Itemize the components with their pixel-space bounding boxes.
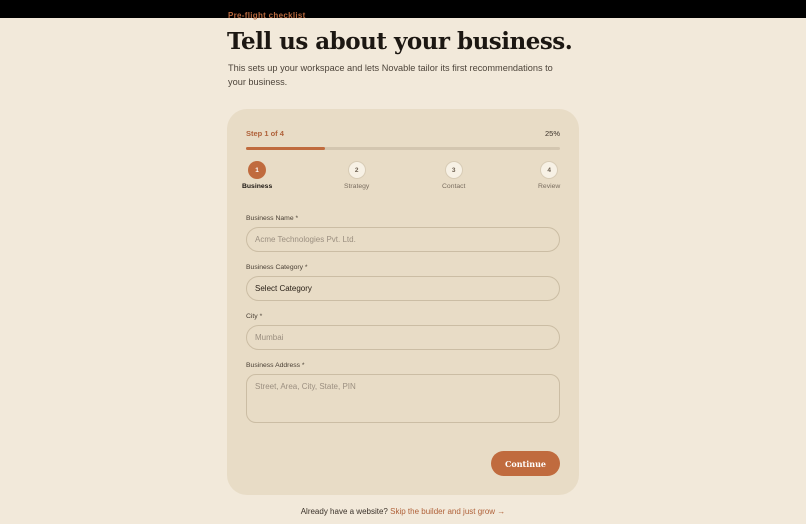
business-name-input[interactable]: Acme Technologies Pvt. Ltd. <box>246 227 560 252</box>
footer-text: Already have a website? <box>300 507 388 516</box>
page-title: Tell us about your business. <box>227 28 573 55</box>
progress-percent: 25% <box>544 129 560 138</box>
step-number: 3 <box>444 161 463 179</box>
step-counter: Step 1 of 4 <box>246 129 284 138</box>
step-number: 2 <box>347 161 366 179</box>
business-category-label: Business Category * <box>246 264 308 271</box>
step-number: 1 <box>248 161 267 179</box>
city-placeholder: Mumbai <box>255 333 284 342</box>
business-address-placeholder: Street, Area, City, State, PIN <box>255 382 356 391</box>
step-contact[interactable]: 3 Contact <box>442 161 465 190</box>
stepper: 1 Business 2 Strategy 3 Contact 4 Review <box>242 161 560 193</box>
city-input[interactable]: Mumbai <box>246 325 560 350</box>
eyebrow-label: Pre-flight checklist <box>228 11 306 20</box>
page-subtitle: This sets up your workspace and lets Nov… <box>228 63 553 87</box>
step-label: Business <box>242 183 273 190</box>
progress-bar-fill <box>246 147 325 150</box>
continue-button[interactable]: Continue <box>491 451 560 476</box>
step-label: Contact <box>442 183 466 190</box>
step-review[interactable]: 4 Review <box>538 161 560 190</box>
progress-bar <box>246 147 560 150</box>
step-business[interactable]: 1 Business <box>242 161 272 190</box>
top-bar <box>0 0 806 18</box>
business-address-textarea[interactable]: Street, Area, City, State, PIN <box>246 374 560 423</box>
business-address-label: Business Address * <box>246 362 305 369</box>
city-label: City * <box>246 313 263 320</box>
business-category-select[interactable]: Select Category <box>246 276 560 301</box>
footer-prompt: Already have a website? Skip the builder… <box>0 507 806 516</box>
skip-builder-link[interactable]: Skip the builder and just grow → <box>390 507 505 516</box>
step-label: Strategy <box>344 183 370 190</box>
onboarding-card: Step 1 of 4 25% 1 Business 2 Strategy 3 … <box>227 109 579 495</box>
business-name-placeholder: Acme Technologies Pvt. Ltd. <box>255 235 356 244</box>
step-label: Review <box>538 183 561 190</box>
step-number: 4 <box>540 161 559 179</box>
business-category-value: Select Category <box>255 284 312 293</box>
step-strategy[interactable]: 2 Strategy <box>344 161 369 190</box>
business-name-label: Business Name * <box>246 215 299 222</box>
